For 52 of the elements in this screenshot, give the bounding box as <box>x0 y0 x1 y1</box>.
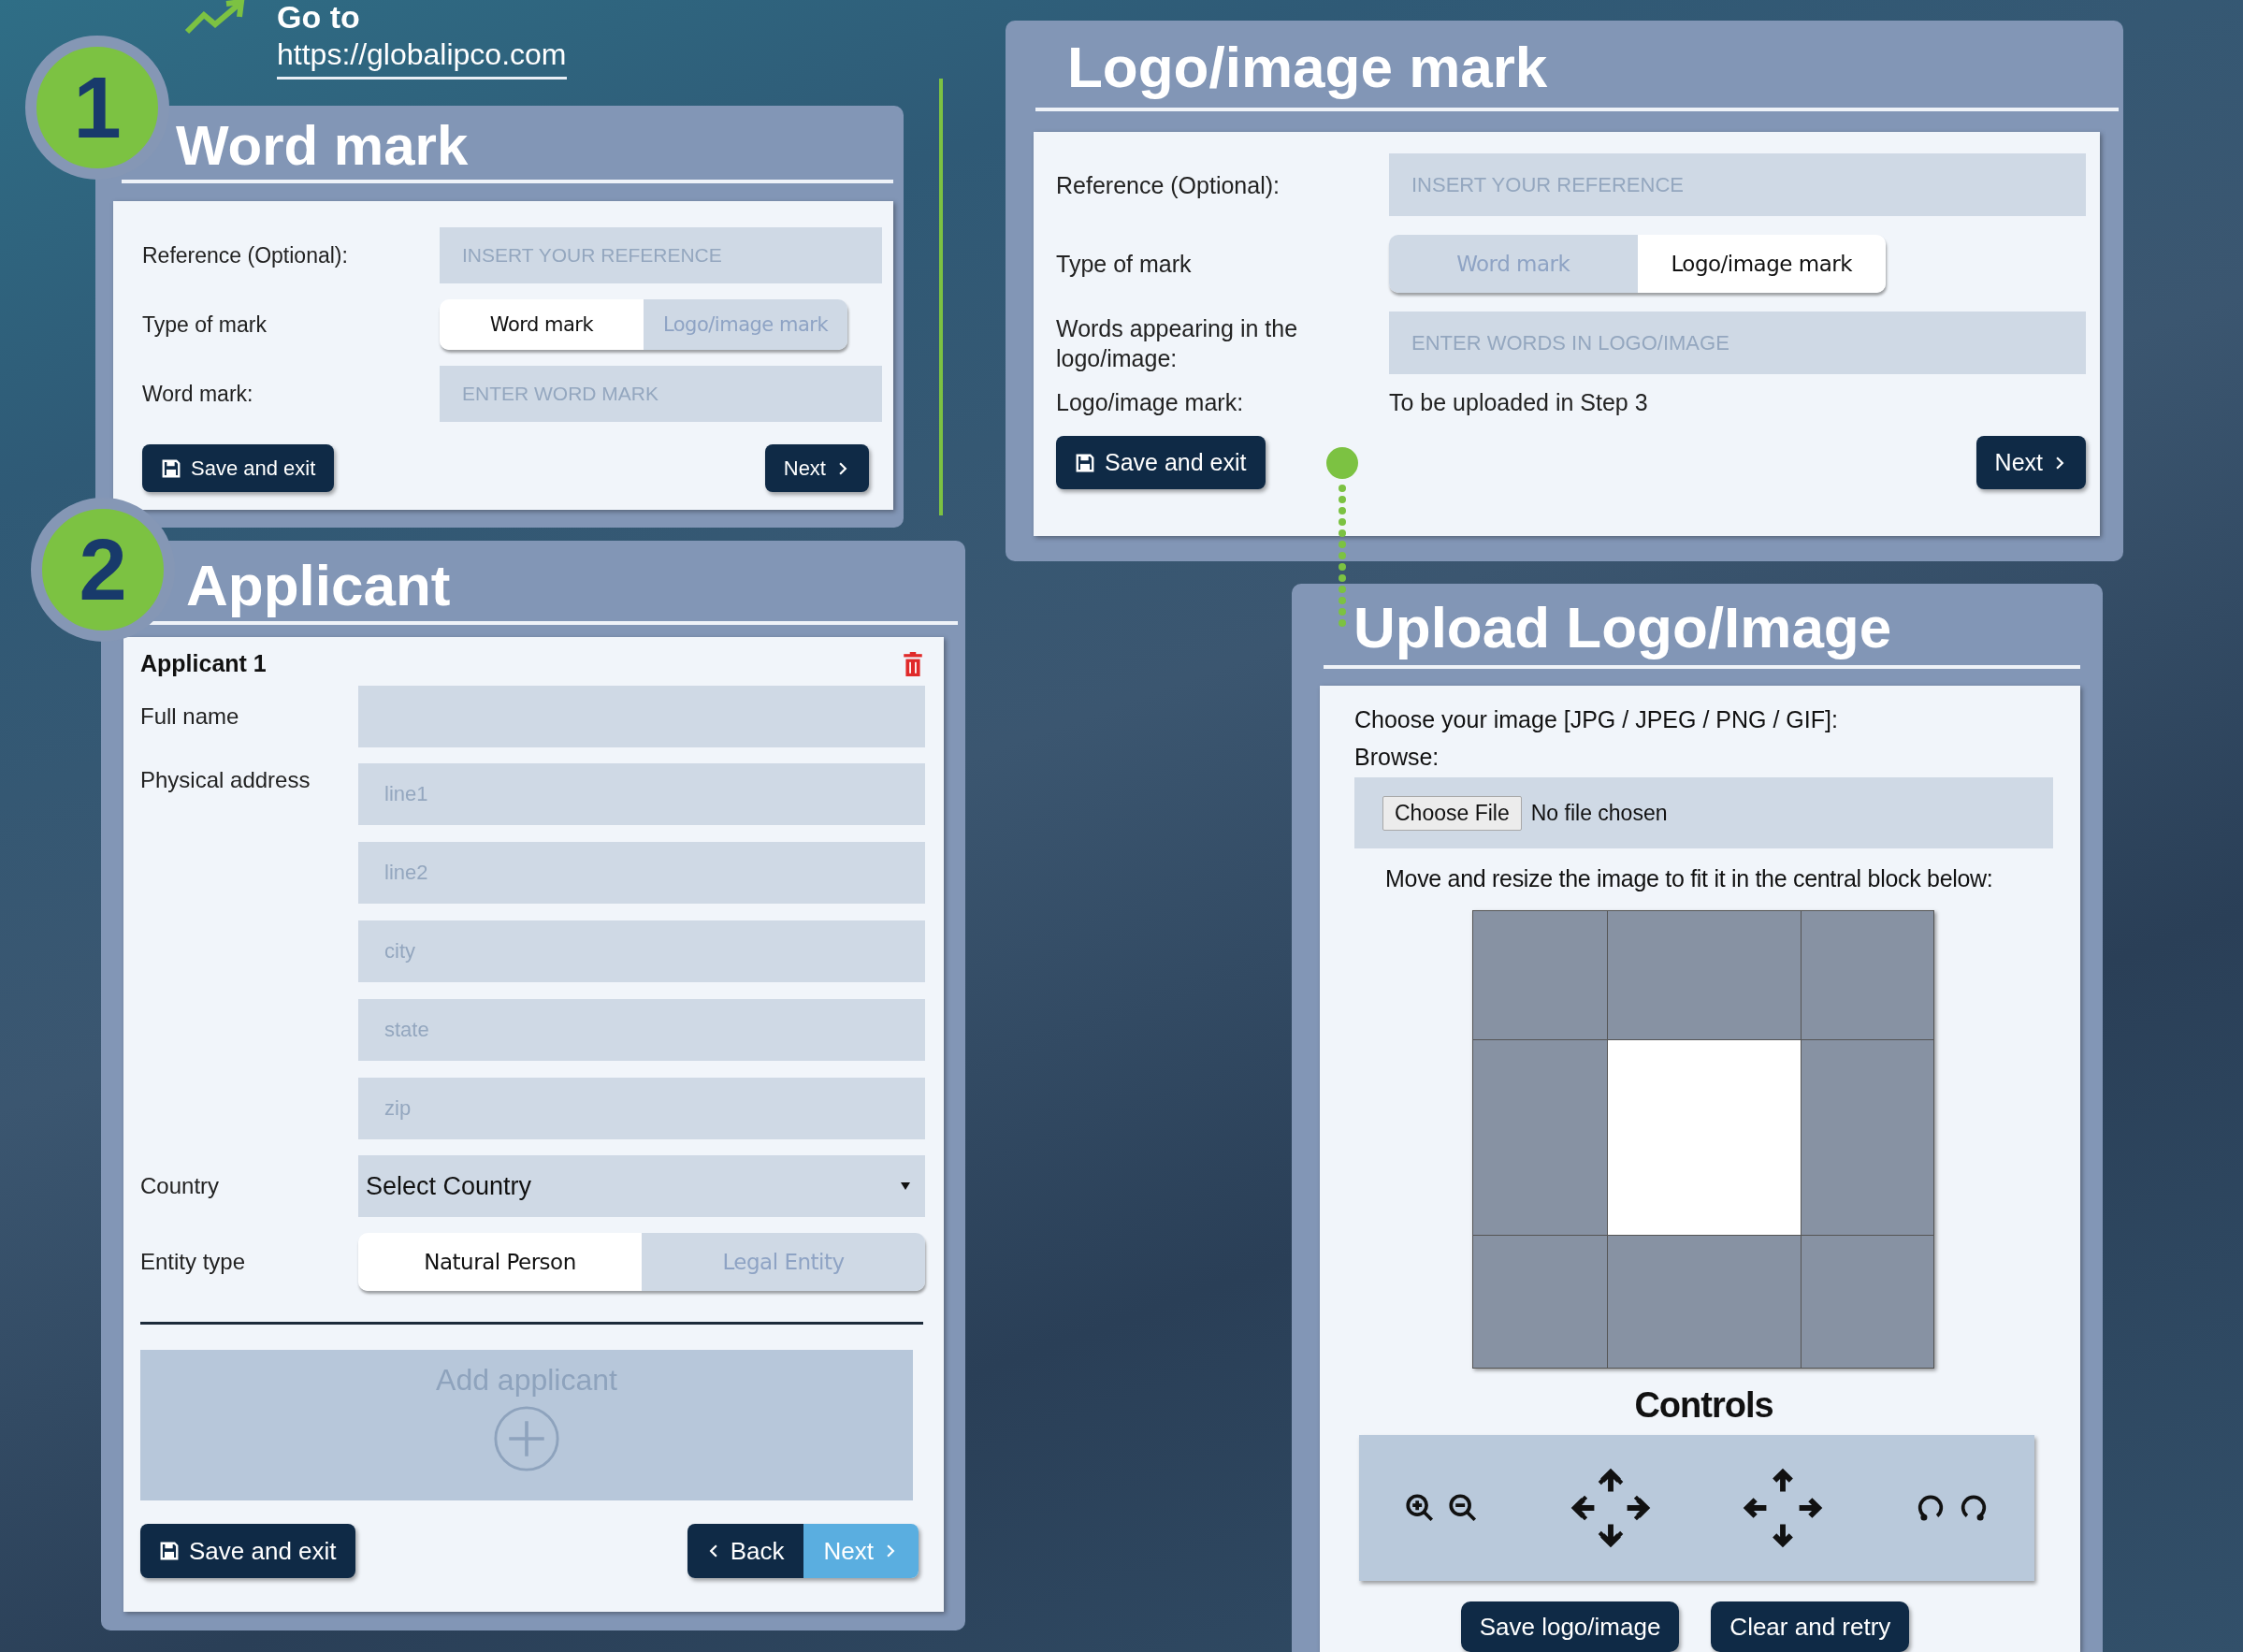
upload-prompt: Choose your image [JPG / JPEG / PNG / GIF]: <box>1354 705 1839 734</box>
field-label: Word mark: <box>142 381 254 407</box>
input-field[interactable]: city <box>358 920 925 982</box>
browse-label: Browse: <box>1354 743 1440 772</box>
clear-retry-button[interactable]: Clear and retry <box>1711 1601 1910 1652</box>
field-label: Reference (Optional): <box>1056 170 1281 200</box>
move-arrows-icon[interactable] <box>1569 1467 1652 1549</box>
save-exit-button[interactable]: Save and exit <box>142 444 335 492</box>
segment-button[interactable]: Natural Person <box>358 1233 642 1291</box>
caret-down-icon <box>901 1182 910 1190</box>
input-field[interactable]: line1 <box>358 763 925 825</box>
field-label: Country <box>140 1173 221 1199</box>
field-label: Words appearing in the logo/image: <box>1056 313 1299 373</box>
save-image-button[interactable]: Save logo/image <box>1460 1601 1680 1652</box>
back-button[interactable]: Back <box>687 1524 803 1578</box>
choose-file-button[interactable]: Choose File <box>1382 795 1522 831</box>
field-value: To be uploaded in Step 3 <box>1389 388 1648 416</box>
input-field[interactable]: ENTER WORDS IN LOGO/IMAGE <box>1389 312 2086 374</box>
country-select[interactable]: Select Country <box>358 1155 925 1217</box>
four-way-arrows-icon[interactable] <box>1742 1467 1825 1549</box>
file-input[interactable]: Choose File No file chosen <box>1354 777 2053 848</box>
trash-icon[interactable] <box>903 651 923 676</box>
field-label: Type of mark <box>142 312 268 338</box>
input-field[interactable]: INSERT YOUR REFERENCE <box>1389 153 2086 216</box>
segment-button[interactable]: Word mark <box>440 299 644 350</box>
file-status: No file chosen <box>1530 800 1668 826</box>
panel-title: Upload Logo/Image <box>1324 584 2080 669</box>
next-button[interactable]: Next <box>1975 436 2086 489</box>
segment-button[interactable]: Logo/image mark <box>1637 235 1886 293</box>
field-label: Full name <box>140 703 240 730</box>
crop-instruction: Move and resize the image to fit it in the central block below: <box>1385 864 1994 893</box>
plus-circle-icon <box>493 1405 560 1472</box>
field-label: Entity type <box>140 1249 247 1275</box>
field-label: Type of mark <box>1056 250 1193 279</box>
crop-grid[interactable] <box>1472 910 1934 1369</box>
save-exit-button[interactable]: Save and exit <box>140 1524 355 1578</box>
website-link[interactable]: https://globalipco.com <box>277 36 567 80</box>
field-label: Logo/image mark: <box>1056 388 1245 417</box>
panel-title: Logo/image mark <box>1035 21 2119 111</box>
input-field[interactable]: line2 <box>358 842 925 904</box>
next-button[interactable]: Next <box>764 444 869 492</box>
field-label: Reference (Optional): <box>142 242 349 268</box>
controls-heading: Controls <box>1633 1385 1774 1426</box>
input-field[interactable] <box>358 686 925 747</box>
applicant-heading: Applicant 1 <box>140 650 267 677</box>
input-field[interactable]: state <box>358 999 925 1061</box>
input-field[interactable]: INSERT YOUR REFERENCE <box>440 227 882 283</box>
goto-text: Go to <box>277 0 361 36</box>
save-exit-button[interactable]: Save and exit <box>1056 436 1266 489</box>
field-label: Physical address <box>140 766 311 793</box>
input-field[interactable]: ENTER WORD MARK <box>440 366 882 422</box>
input-field[interactable]: zip <box>358 1078 925 1139</box>
